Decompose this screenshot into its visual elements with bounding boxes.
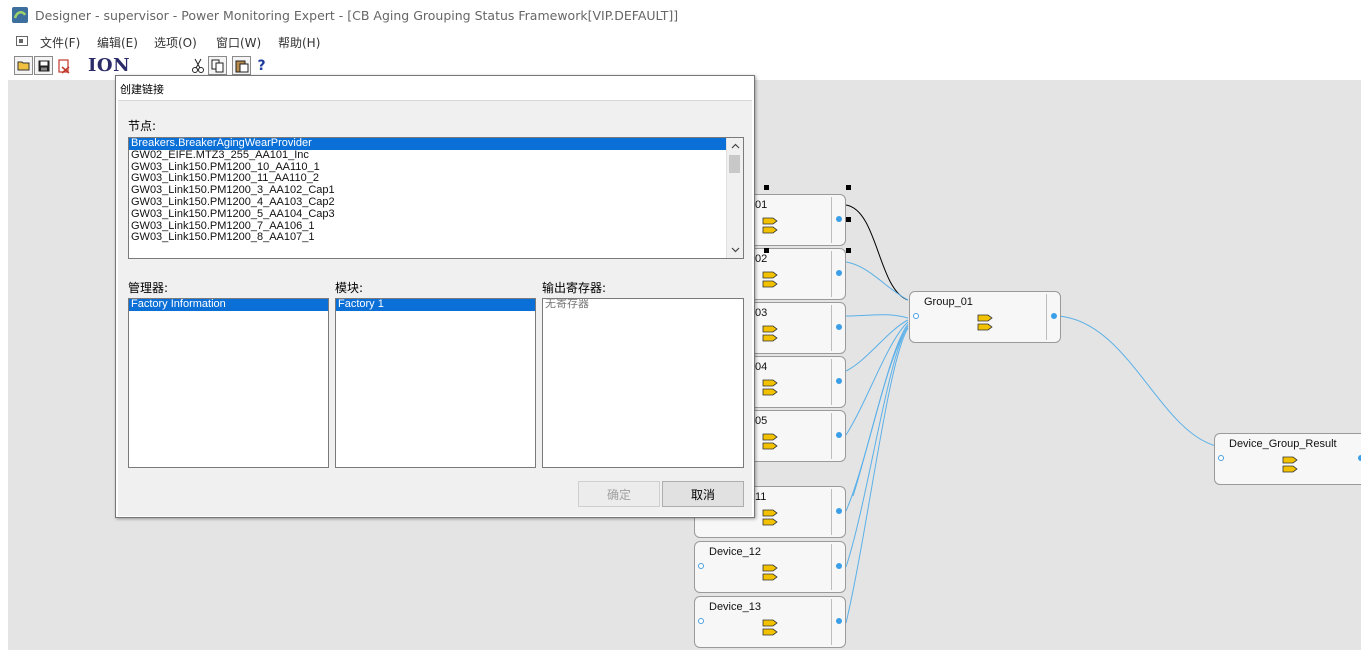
save-icon[interactable] [34,56,53,75]
app-icon [12,7,28,23]
logic-gate-icon [762,217,778,234]
help-icon[interactable]: ? [252,56,271,75]
selection-handle[interactable] [764,185,769,190]
menu-bar: 文件(F) 编辑(E) 选项(O) 窗口(W) 帮助(H) [0,30,1361,52]
logic-gate-icon [977,314,993,331]
chevron-down-icon[interactable] [727,242,743,258]
logic-gate-icon [762,271,778,288]
device-node-13[interactable]: Device_13 [694,596,846,648]
group-node[interactable]: Group_01 [909,291,1061,343]
list-item[interactable]: GW03_Link150.PM1200_4_AA103_Cap2 [129,196,743,209]
menu-edit[interactable]: 编辑(E) [97,34,138,51]
logic-gate-icon [762,509,778,526]
window-title: Designer - supervisor - Power Monitoring… [35,8,679,23]
selection-handle[interactable] [846,248,851,253]
node-label: 11 [755,491,767,503]
device-node-12[interactable]: Device_12 [694,541,846,593]
scrollbar-thumb[interactable] [729,155,740,173]
open-icon[interactable] [14,56,33,75]
node-label: 03 [755,307,768,319]
menu-help[interactable]: 帮助(H) [278,34,320,51]
node-listbox[interactable]: Breakers.BreakerAgingWearProvider GW02_E… [128,137,744,259]
input-port[interactable] [698,563,704,569]
output-port[interactable] [836,432,842,438]
manager-listbox[interactable]: Factory Information [128,298,329,468]
logic-gate-icon [762,433,778,450]
title-bar: Designer - supervisor - Power Monitoring… [0,0,1361,30]
module-label: 模块: [335,281,364,295]
list-item[interactable]: 无寄存器 [543,299,743,311]
node-label: Device_12 [709,546,761,558]
list-item[interactable]: GW03_Link150.PM1200_5_AA104_Cap3 [129,208,743,221]
node-label: Device_13 [709,601,761,613]
node-label: 节点: [128,119,157,133]
paste-icon[interactable] [232,56,251,75]
node-label: Group_01 [924,296,973,308]
output-port[interactable] [836,324,842,330]
selection-handle[interactable] [846,185,851,190]
ion-logo: ION [88,55,131,76]
output-port[interactable] [836,508,842,514]
output-port[interactable] [836,563,842,569]
cut-icon[interactable] [188,56,207,75]
logic-gate-icon [762,325,778,342]
menu-options[interactable]: 选项(O) [154,34,197,51]
output-port[interactable] [836,618,842,624]
menu-file[interactable]: 文件(F) [40,34,80,51]
chevron-up-icon[interactable] [727,138,743,154]
register-label: 输出寄存器: [542,281,607,295]
ok-button[interactable]: 确定 [578,481,660,507]
output-port[interactable] [1051,313,1057,319]
cancel-button[interactable]: 取消 [662,481,744,507]
output-port[interactable] [836,270,842,276]
node-label: 05 [755,415,768,427]
node-label: 02 [755,253,768,265]
list-item[interactable]: Factory 1 [336,299,535,311]
register-listbox[interactable]: 无寄存器 [542,298,744,468]
logic-gate-icon [762,379,778,396]
logic-gate-icon [1282,456,1298,473]
logic-gate-icon [762,619,778,636]
list-item[interactable]: GW02_EIFE.MTZ3_255_AA101_Inc [129,149,743,162]
menu-window[interactable]: 窗口(W) [216,34,261,51]
selection-handle[interactable] [846,217,851,222]
output-port[interactable] [836,378,842,384]
manager-label: 管理器: [128,281,169,295]
exit-icon[interactable] [54,56,73,75]
node-label: 04 [755,361,768,373]
node-list-scrollbar[interactable] [726,138,743,258]
node-label: 01 [755,199,768,211]
node-label: Device_Group_Result [1229,438,1337,450]
selection-handle[interactable] [764,248,769,253]
input-port[interactable] [913,313,919,319]
document-icon[interactable] [16,36,28,46]
output-port[interactable] [836,216,842,222]
result-node[interactable]: Device_Group_Result [1214,433,1361,485]
module-listbox[interactable]: Factory 1 [335,298,536,468]
list-item[interactable]: Factory Information [129,299,328,311]
input-port[interactable] [1218,455,1224,461]
dialog-title: 创建链接 [120,83,164,96]
copy-icon[interactable] [208,56,227,75]
list-item[interactable]: GW03_Link150.PM1200_8_AA107_1 [129,232,743,244]
create-link-dialog: 创建链接 节点: Breakers.BreakerAgingWearProvid… [115,75,755,518]
input-port[interactable] [698,618,704,624]
logic-gate-icon [762,564,778,581]
